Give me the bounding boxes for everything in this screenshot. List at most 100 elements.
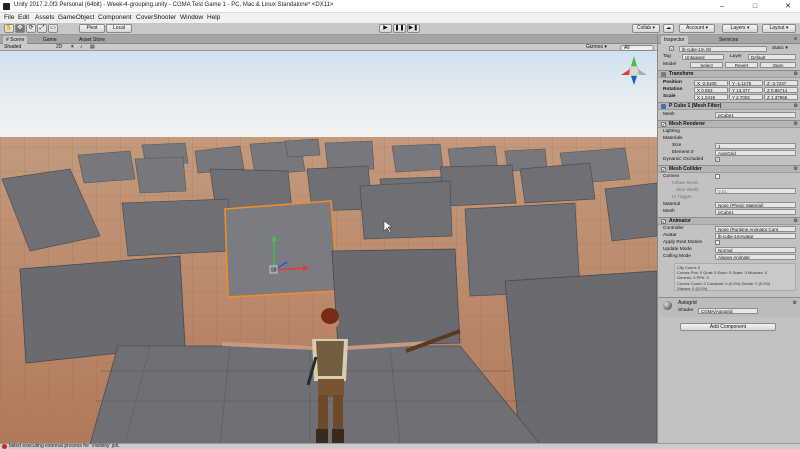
dynamic-occluded-checkbox[interactable]: ✓ <box>715 157 720 162</box>
materials-foldout[interactable]: Materials <box>660 135 799 142</box>
pivot-toggle[interactable]: Pivot <box>79 24 105 33</box>
shader-dropdown[interactable]: CGMA/Autogrid <box>698 308 758 314</box>
transform-icon <box>661 72 666 77</box>
animator-checkbox[interactable]: ✓ <box>661 219 666 224</box>
tab-asset-store[interactable]: Asset Store <box>76 36 108 44</box>
collider-mesh-row: Mesh pCube1 <box>660 208 799 215</box>
status-bar: failed executing external process for 'V… <box>0 443 800 449</box>
inspector-tabbar: Inspector Services ≡ <box>658 35 800 44</box>
account-dropdown[interactable]: Account ▾ <box>679 24 715 33</box>
step-button-icon[interactable]: ▶❚ <box>407 24 420 33</box>
gizmos-dropdown[interactable]: Gizmos ▾ <box>586 44 607 51</box>
convex-checkbox[interactable] <box>715 174 720 179</box>
scale-z-field[interactable]: Z 1.37965 <box>764 94 798 100</box>
gear-icon[interactable]: ⚙ <box>794 71 798 78</box>
selected-cube[interactable] <box>224 200 339 298</box>
lighting-toggle-icon[interactable]: ☀ <box>70 44 74 51</box>
layout-dropdown[interactable]: Layout ▾ <box>762 24 796 33</box>
controller-row: Controller None (Runtime Animator Cont <box>660 225 799 232</box>
mesh-filter-header[interactable]: P Cube 1 (Mesh Filter) ⚙ <box>658 102 800 110</box>
audio-toggle-icon[interactable]: ♪ <box>80 44 83 51</box>
tab-services[interactable]: Services <box>716 36 741 44</box>
scene-viewport[interactable] <box>0 51 657 444</box>
lighting-foldout[interactable]: Lighting <box>660 128 799 135</box>
animator-header[interactable]: ✓ Animator ⚙ <box>658 217 800 225</box>
inflate-row: Inflate Mesh <box>672 181 699 186</box>
mesh-collider-checkbox[interactable]: ✓ <box>661 167 666 172</box>
active-checkbox[interactable]: ✓ <box>669 46 674 51</box>
collider-material-row: Material None (Physic Material) <box>660 201 799 208</box>
scale-row: Scale X 1.0419 Y 2.7002 Z 1.37965 <box>660 93 799 100</box>
culling-mode-dropdown[interactable]: Always Animate <box>715 254 796 260</box>
menu-edit[interactable]: Edit <box>18 14 29 21</box>
dynamic-occluded-row: Dynamic Occluded ✓ <box>663 157 720 162</box>
collider-mesh-field[interactable]: pCube1 <box>715 209 796 215</box>
tab-game[interactable]: Game <box>40 36 60 44</box>
menu-assets[interactable]: Assets <box>35 14 55 21</box>
mesh-filter-mesh-field[interactable]: pCube1 <box>715 112 796 118</box>
gear-icon[interactable]: ⚙ <box>794 121 798 128</box>
transform-header[interactable]: Transform ⚙ <box>658 70 800 78</box>
mesh-filter-mesh-row: Mesh pCube1 <box>660 111 799 118</box>
maximize-button[interactable]: □ <box>744 0 766 13</box>
close-button[interactable]: ✕ <box>777 0 799 13</box>
panel-menu-icon[interactable]: ≡ <box>794 36 797 42</box>
skin-width-row: Skin Width 0.01 <box>660 187 799 194</box>
scale-y-field[interactable]: Y 2.7002 <box>729 94 763 100</box>
model-revert-button[interactable]: Revert <box>725 62 758 68</box>
static-toggle[interactable]: Static ▾ <box>772 45 788 52</box>
cloud-icon[interactable]: ☁ <box>663 24 674 33</box>
move-tool-icon[interactable]: ✥ <box>15 24 25 33</box>
model-open-button[interactable]: Open <box>760 62 796 68</box>
tab-scene[interactable]: # Scene <box>3 36 28 44</box>
object-header: ✓ lb-cube-1m (9) Static ▾ <box>660 45 799 53</box>
shading-mode-dropdown[interactable]: Shaded <box>4 44 21 51</box>
menu-covershooter[interactable]: CoverShooter <box>136 14 176 21</box>
local-toggle[interactable]: Local <box>106 24 132 33</box>
layer-dropdown[interactable]: Default <box>748 54 796 60</box>
gear-icon[interactable]: ⚙ <box>794 218 798 225</box>
culling-mode-row: Culling Mode Always Animate <box>660 253 799 260</box>
mesh-renderer-header[interactable]: ✓ Mesh Renderer ⚙ <box>658 120 800 128</box>
hand-tool-icon[interactable]: ✋ <box>4 24 14 33</box>
materials-size-row: Size 1 <box>660 142 799 149</box>
mesh-renderer-checkbox[interactable]: ✓ <box>661 122 666 127</box>
pause-button-icon[interactable]: ❚❚ <box>393 24 406 33</box>
tag-label: Tag <box>663 54 671 59</box>
gear-icon[interactable]: ⚙ <box>794 166 798 173</box>
material-section: Autogrid Shader CGMA/Autogrid ⚙ <box>658 297 800 317</box>
scale-x-field[interactable]: X 1.0419 <box>694 94 728 100</box>
menu-file[interactable]: File <box>4 14 14 21</box>
window-title: Unity 2017.2.0f3 Personal (64bit) - Week… <box>14 2 334 8</box>
scene-search-input[interactable]: All <box>620 44 654 51</box>
scene-render <box>0 51 657 444</box>
rect-tool-icon[interactable]: ▭ <box>48 24 58 33</box>
collab-dropdown[interactable]: Collab ▾ <box>632 24 660 33</box>
menu-window[interactable]: Window <box>180 14 203 21</box>
rotate-tool-icon[interactable]: ⟳ <box>26 24 36 33</box>
layers-dropdown[interactable]: Layers ▾ <box>722 24 758 33</box>
play-button-icon[interactable]: ▶ <box>379 24 392 33</box>
main-toolbar: ✋ ✥ ⟳ ⤢ ▭ Pivot Local ▶ ❚❚ ▶❚ Collab ▾ ☁… <box>0 23 800 35</box>
model-select-button[interactable]: Select <box>690 62 723 68</box>
gear-icon[interactable]: ⚙ <box>794 103 798 110</box>
status-message[interactable]: failed executing external process for 'V… <box>9 444 120 449</box>
shader-label: Shader <box>678 308 694 313</box>
menu-gameobject[interactable]: GameObject <box>58 14 95 21</box>
root-motion-checkbox[interactable] <box>715 240 720 245</box>
tag-dropdown[interactable]: Untagged <box>682 54 724 60</box>
menu-component[interactable]: Component <box>98 14 132 21</box>
gear-icon[interactable]: ⚙ <box>793 300 797 306</box>
error-icon <box>2 444 7 449</box>
menu-help[interactable]: Help <box>207 14 220 21</box>
add-component-button[interactable]: Add Component <box>680 323 776 331</box>
tab-inspector[interactable]: Inspector <box>661 36 688 44</box>
mesh-collider-header[interactable]: ✓ Mesh Collider ⚙ <box>658 165 800 173</box>
toggle-2d-button[interactable]: 2D <box>56 44 62 51</box>
minimize-button[interactable]: – <box>711 0 733 13</box>
scale-tool-icon[interactable]: ⤢ <box>37 24 47 33</box>
unity-logo-icon <box>3 3 10 10</box>
effects-toggle-icon[interactable]: ▤ <box>90 44 95 51</box>
update-mode-row: Update Mode Normal <box>660 246 799 253</box>
object-name-field[interactable]: lb-cube-1m (9) <box>679 46 767 52</box>
